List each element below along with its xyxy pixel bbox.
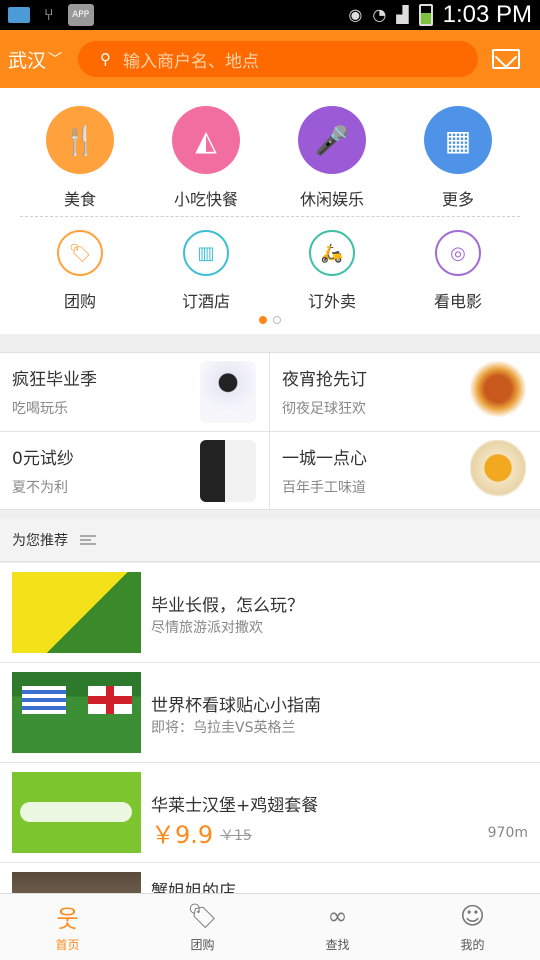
tag-icon: 🏷	[187, 902, 218, 930]
category-snacks[interactable]: ◭ 小吃快餐	[146, 106, 266, 210]
item-title: 华莱士汉堡+鸡翅套餐	[151, 796, 319, 816]
page-dot[interactable]	[273, 316, 281, 324]
category-entertainment[interactable]: 🎤 休闲娱乐	[272, 106, 392, 210]
search-icon: ⚲	[100, 50, 111, 68]
service-label: 订外卖	[307, 292, 356, 311]
list-item[interactable]: 毕业长假，怎么玩？ 尽情旅游派对撒欢	[0, 563, 540, 663]
eye-icon: ◉	[348, 5, 363, 24]
category-panel: 🍴 美食 ◭ 小吃快餐 🎤 休闲娱乐 ▦ 更多 🏷 团购 ▥ 订酒店 🛵 订外卖…	[0, 88, 540, 334]
service-label: 看电影	[433, 292, 482, 311]
page-dot-active	[259, 316, 267, 324]
skewers-image	[470, 361, 526, 423]
recommend-list: 毕业长假，怎么玩？ 尽情旅游派对撒欢 世界杯看球贴心小指南 即将：乌拉圭VS英格…	[0, 563, 540, 893]
category-label: 更多	[441, 190, 474, 209]
couple-image	[200, 440, 256, 502]
status-bar: ⑂ APP ◉ ◔ ▟ 1:03 PM	[0, 0, 540, 30]
tab-search[interactable]: ∞ 查找	[270, 894, 405, 960]
item-title: 世界杯看球贴心小指南	[151, 696, 321, 716]
item-title: 毕业长假，怎么玩？	[151, 596, 304, 616]
service-label: 团购	[63, 292, 96, 311]
tab-mine[interactable]: ☺ 我的	[405, 894, 540, 960]
item-distance: 970m	[487, 825, 528, 841]
usb-icon: ⑂	[44, 5, 54, 24]
service-takeout[interactable]: 🛵 订外卖	[272, 230, 392, 312]
promo-graduation[interactable]: 疯狂毕业季 吃喝玩乐	[0, 353, 270, 432]
tab-groupbuy[interactable]: 🏷 团购	[135, 894, 270, 960]
tab-label: 查找	[325, 938, 350, 952]
category-label: 休闲娱乐	[299, 190, 364, 209]
service-label: 订酒店	[181, 292, 230, 311]
utensils-icon: 🍴	[46, 106, 114, 174]
item-price: ￥9.9	[151, 821, 214, 849]
promo-dim-sum[interactable]: 一城一点心 百年手工味道	[270, 432, 540, 511]
search-input[interactable]: ⚲ 输入商户名、地点	[78, 41, 478, 77]
home-person-icon: 웃	[56, 904, 79, 933]
circles-icon: ∞	[327, 902, 348, 930]
tab-label: 首页	[55, 938, 80, 952]
scooter-icon: 🛵	[309, 230, 355, 276]
briefcase-icon	[8, 7, 30, 23]
search-placeholder: 输入商户名、地点	[123, 51, 259, 72]
divider	[20, 216, 520, 217]
category-food[interactable]: 🍴 美食	[20, 106, 140, 210]
user-icon: ☺	[459, 902, 486, 930]
world-cup-thumbnail	[12, 672, 141, 753]
dim-sum-image	[470, 440, 526, 502]
tab-home[interactable]: 웃 首页	[0, 894, 135, 960]
wifi-icon: ◔	[372, 5, 387, 24]
app-icon: APP	[67, 4, 94, 26]
wallace-thumbnail	[12, 772, 141, 853]
recommend-header: 为您推荐	[0, 518, 540, 562]
grid-icon: ▦	[424, 106, 492, 174]
graduate-image	[200, 361, 256, 423]
clock: 1:03 PM	[442, 1, 532, 28]
city-label: 武汉	[8, 49, 47, 72]
list-item[interactable]: 华莱士汉堡+鸡翅套餐 ￥9.9 ￥15 970m	[0, 763, 540, 863]
bottom-tab-bar: 웃 首页 🏷 团购 ∞ 查找 ☺ 我的	[0, 893, 540, 960]
graduation-thumbnail	[12, 572, 141, 653]
item-title: 蟹姐姐的店	[151, 882, 236, 893]
recommend-title: 为您推荐	[12, 532, 68, 549]
microphone-icon: 🎤	[298, 106, 366, 174]
mail-icon[interactable]	[492, 49, 520, 69]
promo-grid: 疯狂毕业季 吃喝玩乐 夜宵抢先订 彻夜足球狂欢 0元试纱 夏不为利 一城一点心 …	[0, 352, 540, 511]
category-label: 美食	[63, 190, 96, 209]
crab-shop-thumbnail	[12, 872, 141, 893]
item-old-price: ￥15	[220, 828, 252, 844]
england-flag-icon	[88, 686, 132, 714]
promo-wedding-dress[interactable]: 0元试纱 夏不为利	[0, 432, 270, 511]
service-groupbuy[interactable]: 🏷 团购	[20, 230, 140, 312]
page-indicator	[0, 316, 540, 324]
top-header: 武汉 ﹀ ⚲ 输入商户名、地点	[0, 30, 540, 88]
promo-midnight-snack[interactable]: 夜宵抢先订 彻夜足球狂欢	[270, 353, 540, 432]
tab-label: 我的	[460, 938, 485, 952]
chevron-down-icon: ﹀	[48, 52, 63, 68]
hotel-icon: ▥	[183, 230, 229, 276]
list-item[interactable]: 世界杯看球贴心小指南 即将：乌拉圭VS英格兰	[0, 663, 540, 763]
tab-label: 团购	[190, 938, 215, 952]
signal-icon: ▟	[396, 5, 409, 24]
pizza-icon: ◭	[172, 106, 240, 174]
item-subtitle: 尽情旅游派对撒欢	[151, 620, 263, 636]
category-more[interactable]: ▦ 更多	[398, 106, 518, 210]
item-subtitle: 即将：乌拉圭VS英格兰	[151, 720, 296, 736]
list-item[interactable]: 蟹姐姐的店	[0, 863, 540, 893]
uruguay-flag-icon	[22, 686, 66, 714]
menu-lines-icon	[80, 534, 96, 545]
category-label: 小吃快餐	[173, 190, 238, 209]
film-reel-icon: ◎	[435, 230, 481, 276]
battery-icon	[418, 4, 433, 26]
service-movie[interactable]: ◎ 看电影	[398, 230, 518, 312]
service-hotel[interactable]: ▥ 订酒店	[146, 230, 266, 312]
tag-icon: 🏷	[57, 230, 103, 276]
city-selector[interactable]: 武汉 ﹀	[0, 46, 78, 73]
